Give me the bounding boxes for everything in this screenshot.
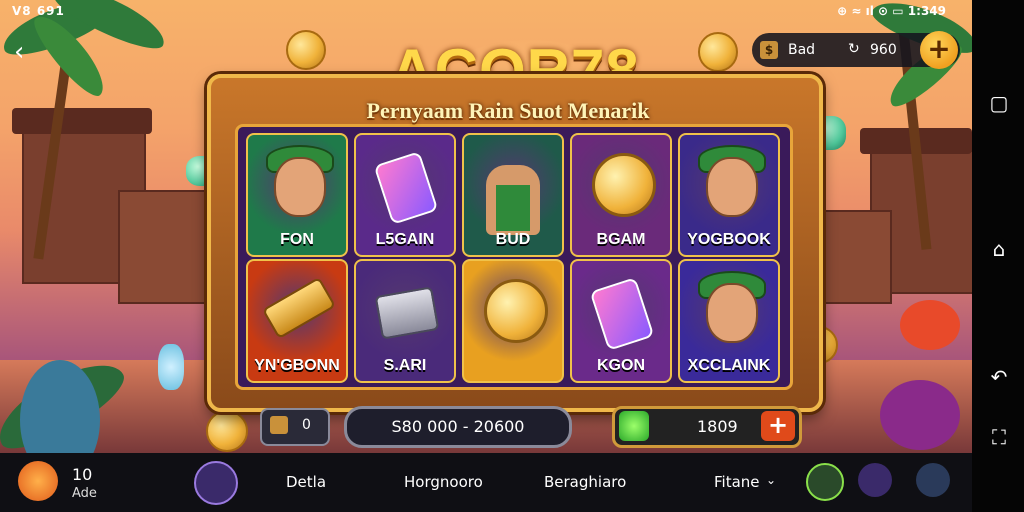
reel-label: YN'GBONN: [254, 357, 340, 374]
chevron-left-icon: ‹: [14, 37, 25, 67]
reel-cell: XCCLAINK: [678, 259, 780, 383]
reel-cell: YOGBOOK: [678, 133, 780, 257]
wallet-icon: [270, 416, 288, 434]
reel-label: BGAM: [596, 231, 646, 248]
bottom-link-2[interactable]: Horgnooro: [404, 473, 483, 491]
back-icon[interactable]: ↶: [988, 366, 1010, 388]
spin-value: 1809: [697, 417, 738, 436]
reel-area: FON L5GAIN BUD BGAM YOGBOOK YN'GBONN S.ARI KGON…: [235, 124, 793, 390]
increase-bet-button[interactable]: +: [761, 411, 795, 441]
reel-cell: [462, 259, 564, 383]
gear-icon[interactable]: [916, 463, 950, 497]
bottom-link-4[interactable]: Fitane: [714, 473, 760, 491]
home-icon[interactable]: ⌂: [988, 238, 1010, 260]
left-roof: [12, 108, 152, 134]
reel-label: FON: [280, 231, 314, 248]
status-right: ⊕ ≈ ıl ⊙ ▭ 1:349: [837, 4, 946, 18]
player-sub-label: Ade: [72, 486, 97, 501]
reel-cell: FON: [246, 133, 348, 257]
clock-icon[interactable]: [806, 463, 844, 501]
reel-label: YOGBOOK: [687, 231, 771, 248]
status-bar: V8 691 ⊕ ≈ ıl ⊙ ▭ 1:349: [0, 0, 972, 22]
slot-machine-frame: FON L5GAIN BUD BGAM YOGBOOK YN'GBONN S.ARI KGON…: [207, 74, 823, 412]
recent-apps-icon[interactable]: ▢: [988, 92, 1010, 114]
screenshot-icon[interactable]: ⛶: [988, 426, 1010, 448]
reel-cell: L5GAIN: [354, 133, 456, 257]
reel-cell: S.ARI: [354, 259, 456, 383]
lightning-icon[interactable]: [619, 411, 649, 441]
floating-coin: [698, 32, 738, 72]
bet-range-display: S80 000 - 20600: [344, 406, 572, 448]
reel-cell: KGON: [570, 259, 672, 383]
settings-icon[interactable]: [858, 463, 892, 497]
status-left: V8 691: [12, 4, 65, 18]
left-house-2: [118, 190, 212, 304]
wallet-icon: $: [760, 41, 778, 59]
back-button[interactable]: ‹: [14, 38, 48, 68]
right-house-2: [818, 210, 892, 304]
floating-coin: [286, 30, 326, 70]
refresh-icon[interactable]: ↻: [848, 41, 860, 57]
balance-label: Bad: [788, 42, 816, 58]
balance-pill[interactable]: $ Bad ↻ 960 +: [752, 31, 960, 69]
reel-label: XCCLAINK: [687, 357, 771, 374]
foreground-leaf: [880, 380, 960, 450]
game-subtitle: Pernyaam Rain Suot Menarik: [366, 98, 650, 123]
reel-label: S.ARI: [383, 357, 427, 374]
avatar[interactable]: [18, 461, 58, 501]
reel-label: BUD: [495, 231, 531, 248]
bottom-link-3[interactable]: Beraghiaro: [544, 473, 626, 491]
spin-control[interactable]: 1809 +: [612, 406, 802, 448]
reel-label: L5GAIN: [375, 231, 435, 248]
floating-gem: [158, 344, 184, 390]
bottom-link-1[interactable]: Detla: [286, 473, 326, 491]
bottom-bar: 10 Ade Detla Horgnooro Beraghiaro Fitane…: [0, 453, 972, 512]
wallet-control[interactable]: 0: [260, 408, 330, 446]
reel-cell: BUD: [462, 133, 564, 257]
add-balance-button[interactable]: +: [920, 31, 958, 69]
balance-value: 960: [870, 42, 897, 58]
power-icon[interactable]: [194, 461, 238, 505]
reel-cell: BGAM: [570, 133, 672, 257]
q-symbol-icon: [464, 261, 562, 381]
reel-label: KGON: [597, 357, 645, 374]
system-nav-bar: ▢ ⌂ ↶ ⛶: [972, 0, 1024, 512]
floating-coin: [206, 410, 248, 452]
foreground-flower: [900, 300, 960, 350]
player-count: 10: [72, 465, 93, 484]
reel-cell: YN'GBONN: [246, 259, 348, 383]
wallet-value: 0: [302, 417, 311, 433]
chevron-down-icon[interactable]: ⌄: [766, 473, 776, 487]
